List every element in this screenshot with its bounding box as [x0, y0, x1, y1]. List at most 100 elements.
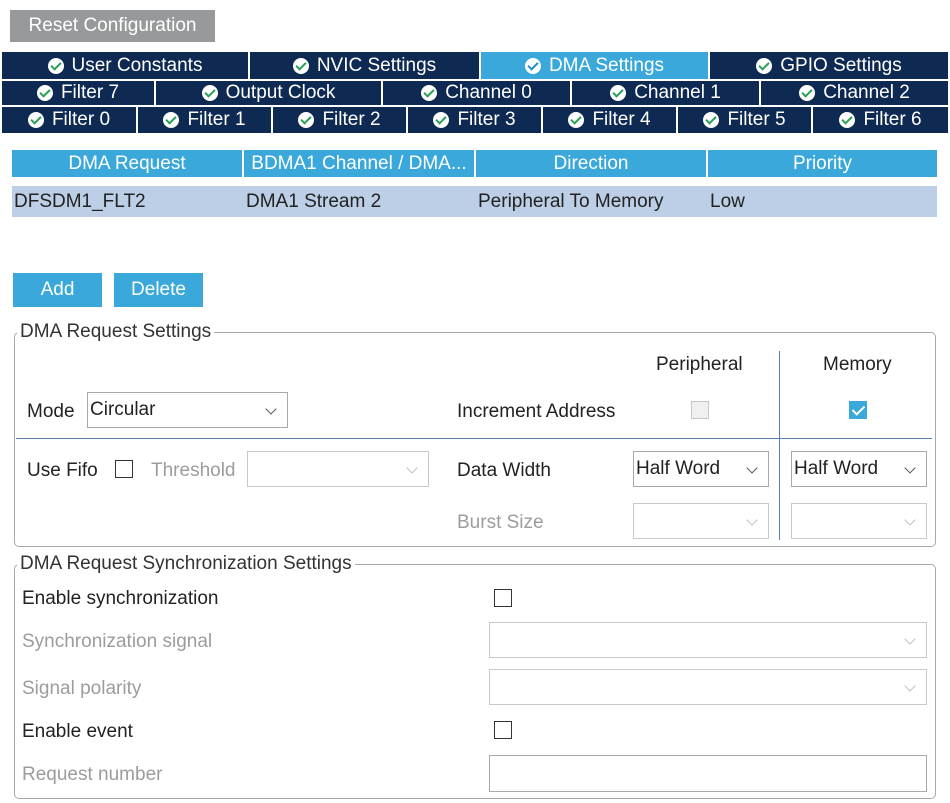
request-number-label: Request number — [22, 764, 163, 785]
increment-peripheral-checkbox[interactable] — [691, 401, 709, 419]
sync-signal-select[interactable] — [489, 622, 927, 658]
dma-sync-settings-legend: DMA Request Synchronization Settings — [17, 553, 355, 575]
check-circle-icon — [568, 112, 585, 128]
tab-label: Channel 0 — [445, 82, 532, 103]
threshold-select[interactable] — [247, 451, 429, 487]
check-circle-icon — [27, 112, 44, 128]
chevron-down-icon — [904, 514, 916, 526]
delete-button[interactable]: Delete — [114, 273, 203, 307]
tab-output-clock[interactable]: Output Clock — [154, 81, 381, 105]
tab-label: Filter 3 — [457, 109, 516, 130]
check-circle-icon — [703, 112, 720, 128]
table-cell-channel[interactable]: DMA1 Stream 2 — [244, 186, 476, 217]
memory-header: Memory — [823, 354, 892, 375]
tab-filter-1[interactable]: Filter 1 — [136, 107, 271, 133]
check-circle-icon — [799, 85, 816, 101]
tab-filter-0[interactable]: Filter 0 — [2, 107, 136, 133]
tab-channel-1[interactable]: Channel 1 — [570, 81, 759, 105]
check-circle-icon — [433, 112, 450, 128]
table-cell-priority[interactable]: Low — [708, 186, 937, 217]
check-circle-icon — [298, 112, 315, 128]
tab-label: GPIO Settings — [780, 54, 902, 76]
mode-select[interactable]: Circular — [87, 392, 288, 428]
check-circle-icon — [421, 85, 438, 101]
column-divider — [779, 351, 780, 540]
enable-sync-checkbox[interactable] — [494, 589, 512, 607]
signal-polarity-select[interactable] — [489, 669, 927, 705]
tab-gpio-settings[interactable]: GPIO Settings — [708, 52, 948, 79]
check-circle-icon — [292, 57, 309, 74]
chevron-down-icon — [406, 462, 418, 474]
chevron-down-icon — [904, 462, 916, 474]
section-divider — [16, 438, 932, 439]
peripheral-header: Peripheral — [656, 354, 743, 375]
tab-channel-2[interactable]: Channel 2 — [759, 81, 948, 105]
increment-address-label: Increment Address — [457, 401, 616, 422]
data-width-memory-value: Half Word — [794, 458, 879, 479]
request-number-input[interactable] — [489, 755, 927, 792]
tab-row-2: Filter 7 Output Clock Channel 0 Channel … — [2, 81, 948, 105]
tab-filter-3[interactable]: Filter 3 — [406, 107, 541, 133]
column-header-dma-request[interactable]: DMA Request — [12, 150, 242, 177]
chevron-down-icon — [904, 633, 916, 645]
tab-label: Filter 4 — [592, 109, 651, 130]
sync-signal-label: Synchronization signal — [22, 631, 213, 652]
tab-filter-7[interactable]: Filter 7 — [2, 81, 154, 105]
chevron-down-icon — [746, 514, 758, 526]
check-circle-icon — [201, 85, 218, 101]
increment-memory-checkbox[interactable] — [849, 401, 867, 419]
tab-nvic-settings[interactable]: NVIC Settings — [248, 52, 479, 79]
mode-value: Circular — [90, 399, 156, 420]
tab-label: User Constants — [71, 54, 203, 76]
tab-row-3: Filter 0 Filter 1 Filter 2 Filter 3 Filt… — [2, 107, 948, 133]
table-cell-direction[interactable]: Peripheral To Memory — [476, 186, 708, 217]
data-width-peripheral-select[interactable]: Half Word — [633, 451, 769, 487]
check-circle-icon — [36, 85, 53, 101]
enable-event-label: Enable event — [22, 721, 133, 742]
column-header-direction[interactable]: Direction — [476, 150, 706, 177]
tab-dma-settings[interactable]: DMA Settings — [479, 52, 708, 79]
tab-row-1: User Constants NVIC Settings DMA Setting… — [2, 52, 948, 79]
tab-label: Filter 2 — [322, 109, 381, 130]
column-header-priority[interactable]: Priority — [708, 150, 937, 177]
tab-filter-6[interactable]: Filter 6 — [811, 107, 948, 133]
use-fifo-label: Use Fifo — [27, 460, 98, 481]
burst-size-peripheral-select[interactable] — [633, 503, 769, 539]
tab-label: DMA Settings — [548, 54, 665, 76]
add-button[interactable]: Add — [13, 273, 102, 307]
chevron-down-icon — [746, 462, 758, 474]
burst-size-memory-select[interactable] — [791, 503, 927, 539]
tab-label: Filter 7 — [60, 82, 120, 103]
tab-label: Output Clock — [225, 82, 336, 103]
tab-label: Filter 1 — [187, 109, 246, 130]
data-width-label: Data Width — [457, 460, 551, 481]
tab-filter-5[interactable]: Filter 5 — [676, 107, 811, 133]
tab-label: Filter 0 — [51, 109, 111, 130]
check-circle-icon — [163, 112, 180, 128]
chevron-down-icon — [904, 680, 916, 692]
burst-size-label: Burst Size — [457, 512, 544, 533]
check-circle-icon — [610, 85, 627, 101]
chevron-down-icon — [265, 403, 277, 415]
check-circle-icon — [47, 57, 64, 74]
tab-filter-4[interactable]: Filter 4 — [541, 107, 676, 133]
tab-user-constants[interactable]: User Constants — [2, 52, 248, 79]
tab-label: Filter 5 — [727, 109, 786, 130]
check-circle-icon — [839, 112, 856, 128]
check-circle-icon — [524, 57, 541, 74]
threshold-label: Threshold — [151, 460, 236, 481]
use-fifo-checkbox[interactable] — [115, 460, 133, 478]
reset-configuration-button[interactable]: Reset Configuration — [10, 10, 215, 42]
tab-channel-0[interactable]: Channel 0 — [381, 81, 570, 105]
tab-label: NVIC Settings — [316, 54, 437, 76]
tab-filter-2[interactable]: Filter 2 — [271, 107, 406, 133]
data-width-memory-select[interactable]: Half Word — [791, 451, 927, 487]
tab-label: Channel 1 — [634, 82, 721, 103]
column-header-channel[interactable]: BDMA1 Channel / DMA... — [244, 150, 474, 177]
check-circle-icon — [756, 57, 773, 74]
signal-polarity-label: Signal polarity — [22, 678, 142, 699]
table-cell-dma-request[interactable]: DFSDM1_FLT2 — [12, 186, 244, 217]
enable-sync-label: Enable synchronization — [22, 588, 219, 609]
dma-request-settings-legend: DMA Request Settings — [17, 321, 215, 343]
enable-event-checkbox[interactable] — [494, 721, 512, 739]
